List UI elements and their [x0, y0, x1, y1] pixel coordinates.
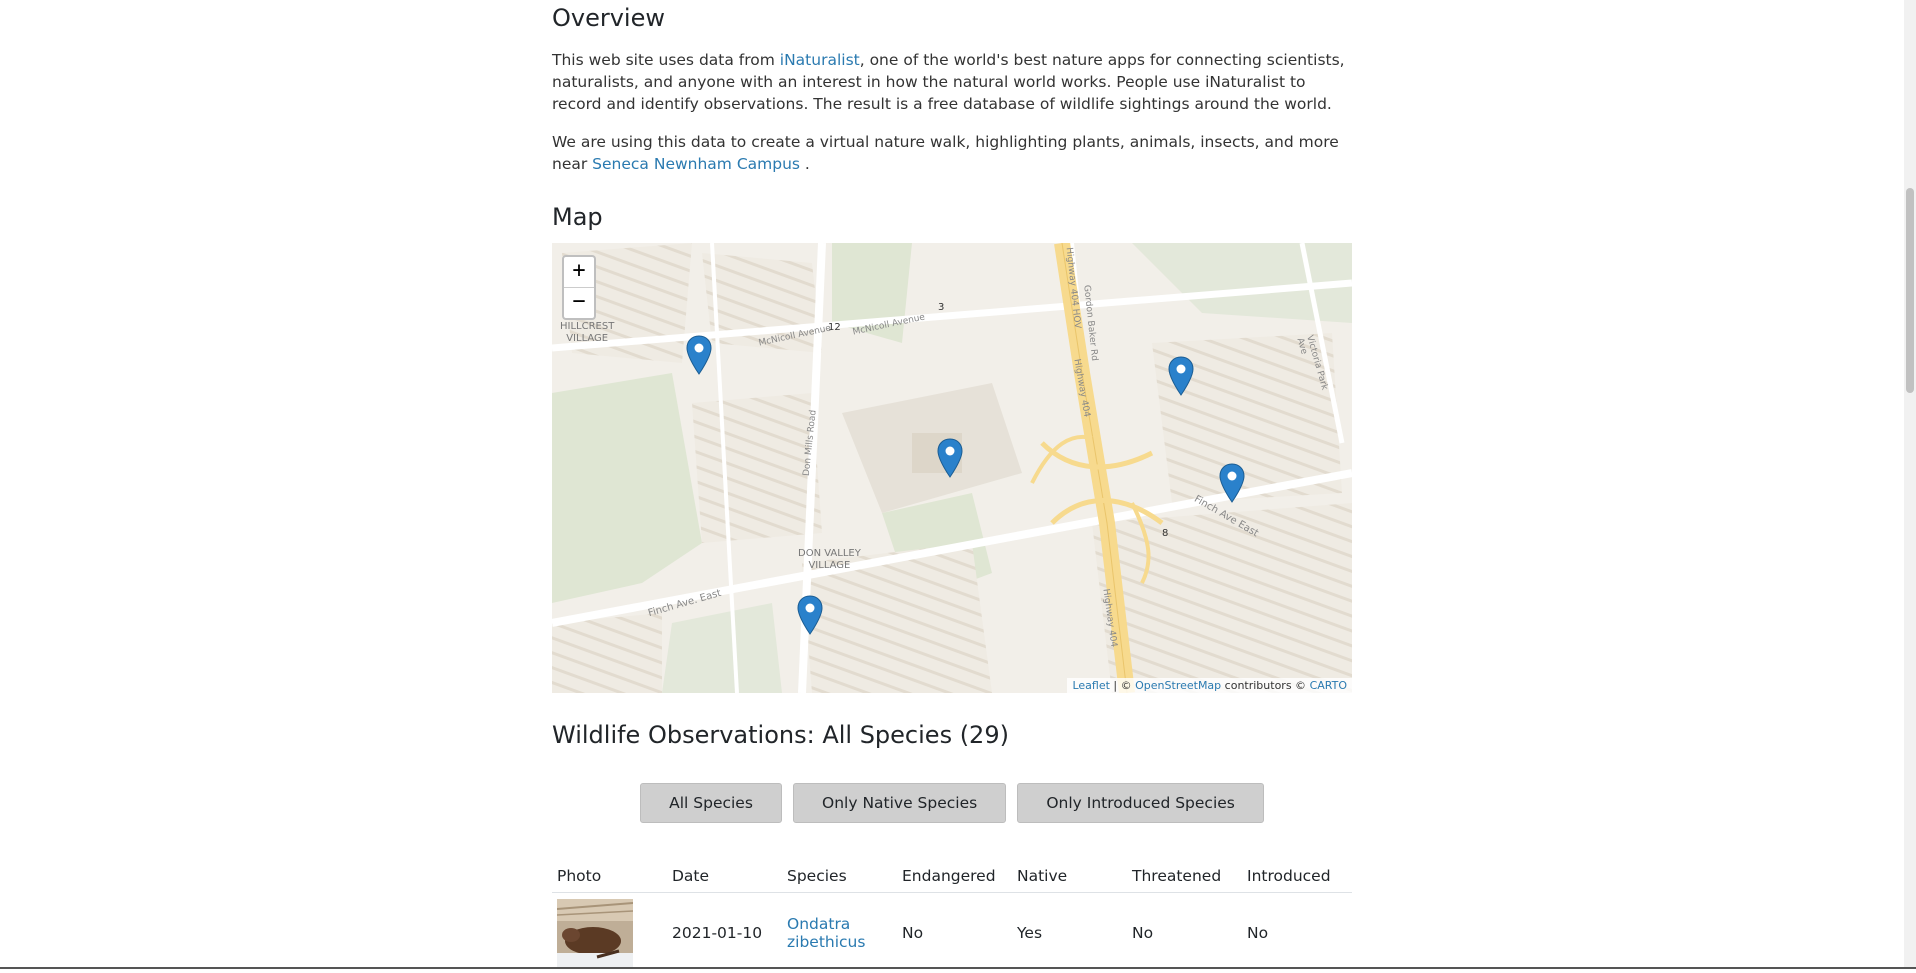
cell-photo [552, 893, 667, 973]
column-header-introduced: Introduced [1242, 860, 1352, 893]
table-row: 2021-01-10 Ondatra zibethicus No Yes No … [552, 893, 1352, 973]
filter-native-species-button[interactable]: Only Native Species [793, 783, 1006, 823]
scrollbar-thumb[interactable] [1906, 188, 1914, 393]
species-filter-group: All Species Only Native Species Only Int… [552, 783, 1352, 823]
cell-date: 2021-01-10 [667, 893, 782, 973]
cell-species: Ondatra zibethicus [782, 893, 897, 973]
overview-paragraph-2: We are using this data to create a virtu… [552, 131, 1352, 175]
overview-heading: Overview [552, 4, 665, 32]
filter-all-species-button[interactable]: All Species [640, 783, 782, 823]
cell-endangered: No [897, 893, 1012, 973]
overview-text: This web site uses data from [552, 51, 780, 69]
map-marker[interactable] [797, 595, 823, 635]
map-marker[interactable] [937, 438, 963, 478]
openstreetmap-link[interactable]: OpenStreetMap [1135, 679, 1221, 692]
column-header-photo: Photo [552, 860, 667, 893]
map-label-12: 12 [828, 322, 841, 333]
observations-heading: Wildlife Observations: All Species (29) [552, 721, 1009, 749]
map-attribution: Leaflet | © OpenStreetMap contributors ©… [1067, 678, 1352, 693]
overview-paragraph-1: This web site uses data from iNaturalist… [552, 49, 1352, 115]
map-heading: Map [552, 203, 603, 231]
seneca-newnham-link[interactable]: Seneca Newnham Campus [592, 155, 800, 173]
table-header-row: Photo Date Species Endangered Native Thr… [552, 860, 1352, 893]
map-marker[interactable] [1168, 356, 1194, 396]
attribution-text: | © [1110, 679, 1135, 692]
cell-native: Yes [1012, 893, 1127, 973]
attribution-text: contributors © [1221, 679, 1309, 692]
carto-link[interactable]: CARTO [1310, 679, 1347, 692]
page-scrollbar[interactable] [1904, 0, 1916, 969]
map-marker[interactable] [686, 335, 712, 375]
zoom-control: + − [562, 255, 596, 320]
map-view[interactable]: HILLCREST VILLAGE DON VALLEY VILLAGE McN… [552, 243, 1352, 693]
column-header-species: Species [782, 860, 897, 893]
map-label-don-valley: DON VALLEY VILLAGE [798, 548, 861, 572]
filter-introduced-species-button[interactable]: Only Introduced Species [1017, 783, 1264, 823]
map-label-hillcrest: HILLCREST VILLAGE [560, 321, 614, 345]
muskrat-photo[interactable] [557, 899, 633, 967]
map-label-8: 8 [1162, 528, 1168, 539]
column-header-endangered: Endangered [897, 860, 1012, 893]
cell-introduced: No [1242, 893, 1352, 973]
inaturalist-link[interactable]: iNaturalist [780, 51, 860, 69]
column-header-native: Native [1012, 860, 1127, 893]
map-marker[interactable] [1219, 463, 1245, 503]
species-link[interactable]: Ondatra zibethicus [787, 915, 877, 951]
column-header-threatened: Threatened [1127, 860, 1242, 893]
observations-table: Photo Date Species Endangered Native Thr… [552, 860, 1352, 973]
zoom-out-button[interactable]: − [564, 287, 594, 318]
overview-text: . [800, 155, 810, 173]
zoom-in-button[interactable]: + [564, 257, 594, 287]
column-header-date: Date [667, 860, 782, 893]
cell-threatened: No [1127, 893, 1242, 973]
leaflet-link[interactable]: Leaflet [1072, 679, 1109, 692]
map-label-3: 3 [938, 302, 944, 313]
